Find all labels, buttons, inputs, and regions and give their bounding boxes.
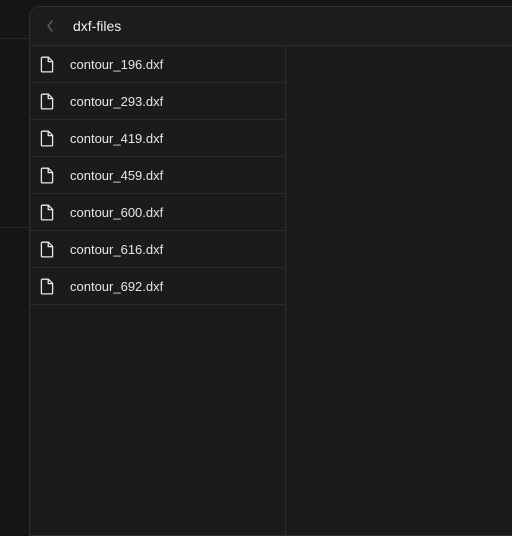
file-row[interactable]: contour_459.dxf: [30, 157, 285, 194]
file-icon: [40, 56, 54, 73]
folder-title: dxf-files: [73, 18, 122, 34]
window-header: dxf-files: [30, 7, 512, 46]
file-icon: [40, 167, 54, 184]
file-row[interactable]: contour_196.dxf: [30, 46, 285, 83]
file-icon: [40, 278, 54, 295]
background-divider: [0, 227, 29, 228]
file-row[interactable]: contour_692.dxf: [30, 268, 285, 305]
file-name: contour_600.dxf: [70, 205, 164, 220]
file-row[interactable]: contour_419.dxf: [30, 120, 285, 157]
back-button[interactable]: [42, 17, 58, 35]
file-icon: [40, 93, 54, 110]
file-browser-window: dxf-files contour_196.dxf contour_293.dx…: [29, 6, 512, 536]
file-name: contour_459.dxf: [70, 168, 164, 183]
file-name: contour_616.dxf: [70, 242, 164, 257]
preview-pane: [286, 46, 512, 535]
background-divider: [0, 38, 29, 39]
file-icon: [40, 204, 54, 221]
file-row[interactable]: contour_616.dxf: [30, 231, 285, 268]
file-row[interactable]: contour_600.dxf: [30, 194, 285, 231]
file-list: contour_196.dxf contour_293.dxf contour_…: [30, 46, 286, 535]
file-name: contour_692.dxf: [70, 279, 164, 294]
chevron-left-icon: [47, 20, 53, 32]
file-icon: [40, 241, 54, 258]
file-row[interactable]: contour_293.dxf: [30, 83, 285, 120]
file-name: contour_196.dxf: [70, 57, 164, 72]
file-name: contour_419.dxf: [70, 131, 164, 146]
file-name: contour_293.dxf: [70, 94, 164, 109]
file-icon: [40, 130, 54, 147]
